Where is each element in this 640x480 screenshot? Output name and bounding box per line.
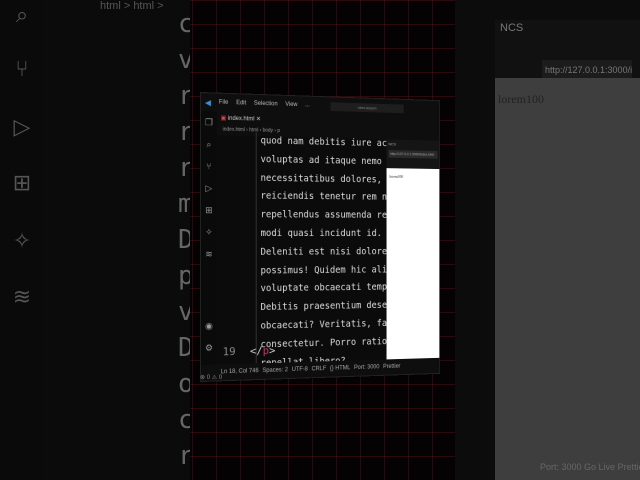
chat-icon: ✧ <box>12 228 32 253</box>
status-port[interactable]: Port: 3000 <box>540 462 582 472</box>
background-page <box>495 78 640 480</box>
background-browser-tab[interactable]: NCS <box>500 22 523 34</box>
menu-more[interactable]: ... <box>305 102 310 108</box>
tab-label: index.html <box>227 115 255 123</box>
line-number: 19 <box>222 345 236 359</box>
html-file-icon: ▣ <box>220 115 227 122</box>
background-code-line: v <box>178 45 190 75</box>
preview-tab[interactable]: NCS <box>387 139 440 149</box>
code-editor[interactable]: quod nam debitis iure accusamus voluptas … <box>216 132 423 374</box>
menu-file[interactable]: File <box>219 100 228 106</box>
status-indent[interactable]: Spaces: 2 <box>262 367 288 374</box>
source-control-icon: ⑂ <box>15 56 29 81</box>
menu-edit[interactable]: Edit <box>236 100 246 106</box>
close-tab-icon[interactable]: ✕ <box>256 117 261 123</box>
preview-text: lorem100 <box>389 173 404 179</box>
background-status: Port: 3000 Go Live Prettier <box>540 462 640 472</box>
extensions-icon[interactable]: ⊞ <box>201 199 217 221</box>
problems-indicator[interactable]: ⊗ 0 ⚠ 0 <box>200 374 222 381</box>
command-search[interactable]: html-lesson <box>330 101 404 113</box>
background-code: cvrrrmDpvDocr <box>178 0 190 480</box>
status-prettier[interactable]: Prettier <box>383 364 400 370</box>
status-go-live[interactable]: Go Live <box>584 462 615 472</box>
tailwind-icon: ≋ <box>12 284 32 309</box>
tailwind-icon[interactable]: ≋ <box>201 243 217 265</box>
background-code-line: c <box>178 405 190 435</box>
background-code-line: o <box>178 369 190 399</box>
status-cursor[interactable]: Ln 18, Col 746 <box>221 368 259 375</box>
background-code-line: m <box>178 189 190 219</box>
background-code-line: r <box>178 117 190 147</box>
closing-tag: </p> <box>249 344 276 358</box>
vscode-window: ◀ File Edit Selection View ... html-less… <box>200 92 441 382</box>
status-port[interactable]: Port: 3000 <box>354 364 379 371</box>
status-encoding[interactable]: UTF-8 <box>292 367 308 373</box>
background-page-text: lorem100 <box>498 92 544 106</box>
background-code-line: p <box>178 261 190 291</box>
settings-gear-icon[interactable]: ⚙ <box>201 337 217 359</box>
background-url-bar[interactable]: http://127.0.0.1:3000/index.html <box>542 60 632 80</box>
background-breadcrumb: html > html > <box>100 0 164 12</box>
activity-bar: ❐ ⌕ ⑂ ▷ ⊞ ✧ ≋ ◉ ⚙ <box>200 111 217 365</box>
status-prettier[interactable]: Prettier <box>618 462 640 472</box>
menu-selection[interactable]: Selection <box>254 101 278 108</box>
crumb-file[interactable]: index.html <box>223 127 245 134</box>
account-icon[interactable]: ◉ <box>201 315 217 337</box>
browser-preview: NCS http://127.0.0.1:3000/index.html lor… <box>386 139 440 360</box>
explorer-icon[interactable]: ❐ <box>201 111 217 133</box>
chat-icon[interactable]: ✧ <box>201 221 217 243</box>
background-code-line: r <box>178 441 190 471</box>
status-eol[interactable]: CRLF <box>312 366 327 372</box>
background-code-line: v <box>178 297 190 327</box>
debug-icon[interactable]: ▷ <box>201 177 217 199</box>
source-control-icon[interactable]: ⑂ <box>201 155 217 177</box>
search-icon: ⌕ <box>15 2 29 27</box>
background-code-line: r <box>178 153 190 183</box>
debug-icon: ▷ <box>13 114 31 139</box>
status-language[interactable]: {} HTML <box>330 365 350 371</box>
menu-view[interactable]: View <box>285 102 297 108</box>
preview-url-bar[interactable]: http://127.0.0.1:3000/index.html <box>388 150 438 159</box>
search-icon[interactable]: ⌕ <box>201 133 217 155</box>
background-activity-bar: ⌕ ⑂ ▷ ⊞ ✧ ≋ <box>0 0 42 480</box>
vscode-logo-icon: ◀ <box>204 97 212 107</box>
preview-page: lorem100 <box>386 168 440 360</box>
extensions-icon: ⊞ <box>12 170 32 195</box>
background-code-line: r <box>178 81 190 111</box>
background-code-line: c <box>178 9 190 39</box>
background-editor: ⌕ ⑂ ▷ ⊞ ✧ ≋ html > html > cvrrrmDpvDocr <box>0 0 190 480</box>
background-code-line: D <box>178 225 190 255</box>
background-code-line: D <box>178 333 190 363</box>
